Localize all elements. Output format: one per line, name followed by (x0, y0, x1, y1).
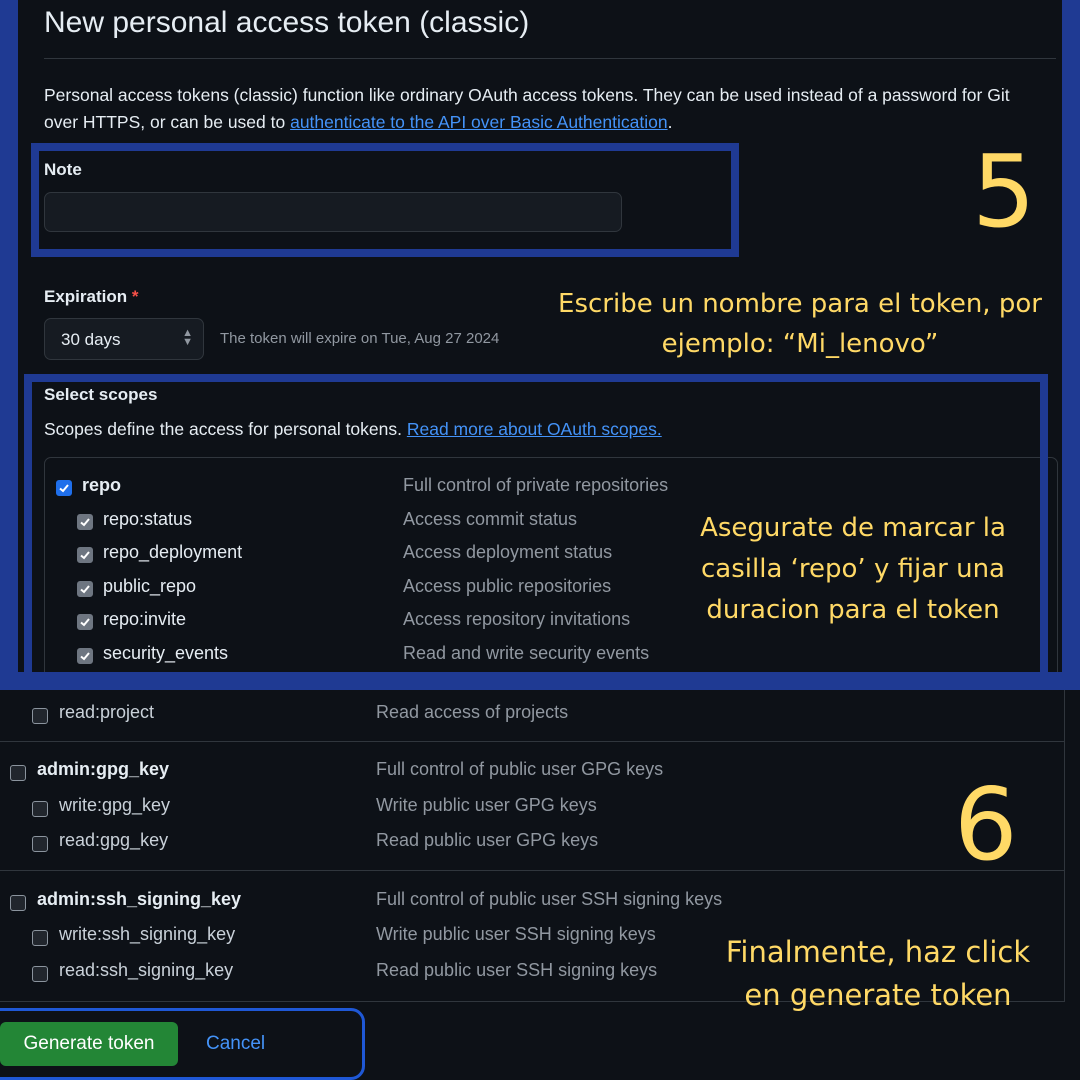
step-number-6: 6 (954, 766, 1018, 883)
select-arrows-icon: ▲ ▼ (182, 327, 193, 348)
expiration-label: Expiration * (44, 287, 138, 307)
scope-desc: Full control of public user GPG keys (376, 759, 664, 779)
group-divider (0, 741, 1065, 742)
required-mark: * (131, 287, 139, 306)
checkbox-read-ssh-signing-key[interactable] (32, 966, 48, 982)
note-annotation: Escribe un nombre para el token, por eje… (530, 284, 1062, 364)
scopes-annotation: Asegurate de marcar la casilla ‘repo’ y … (658, 508, 1048, 631)
step-number-5: 5 (972, 133, 1036, 250)
scope-desc: Read public user SSH signing keys (376, 960, 658, 980)
scope-desc: Read access of projects (376, 702, 569, 722)
expiration-label-text: Expiration (44, 287, 128, 306)
checkbox-write-gpg-key[interactable] (32, 801, 48, 817)
scope-row-write-gpg-key: write:gpg_key Write public user GPG keys (0, 793, 1060, 823)
checkbox-admin-ssh-signing-key[interactable] (10, 895, 26, 911)
scope-name: write:ssh_signing_key (59, 924, 236, 944)
scope-row-read-gpg-key: read:gpg_key Read public user GPG keys (0, 828, 1060, 858)
scope-desc: Write public user SSH signing keys (376, 924, 656, 944)
token-form-bottom-panel: read:project Read access of projects adm… (0, 690, 1080, 1080)
scopes-annotation-line2: casilla ‘repo’ y fijar una (701, 554, 1005, 584)
basic-auth-link[interactable]: authenticate to the API over Basic Authe… (290, 112, 667, 132)
note-annotation-line1: Escribe un nombre para el token, por (558, 289, 1042, 319)
checkbox-write-ssh-signing-key[interactable] (32, 930, 48, 946)
note-highlight-box (31, 143, 739, 257)
expiration-select[interactable]: 30 days ▲ ▼ (44, 318, 204, 360)
scopes-annotation-line1: Asegurate de marcar la (700, 513, 1006, 543)
table-right-border (1064, 690, 1065, 1002)
final-annotation: Finalmente, haz click en generate token (708, 931, 1048, 1017)
scope-name: write:gpg_key (59, 795, 171, 815)
scope-row-admin-ssh-signing-key: admin:ssh_signing_key Full control of pu… (0, 887, 1060, 917)
intro-paragraph: Personal access tokens (classic) functio… (44, 82, 1044, 136)
title-divider (44, 58, 1056, 59)
checkbox-admin-gpg-key[interactable] (10, 765, 26, 781)
scope-name: read:project (59, 702, 155, 722)
expiration-select-value: 30 days (61, 330, 121, 349)
scope-name: admin:ssh_signing_key (37, 889, 242, 909)
scope-desc: Write public user GPG keys (376, 795, 597, 815)
scope-row-admin-gpg-key: admin:gpg_key Full control of public use… (0, 757, 1060, 787)
scope-name: admin:gpg_key (37, 759, 170, 779)
group-divider (0, 870, 1065, 871)
scope-desc: Full control of public user SSH signing … (376, 889, 723, 909)
token-form-panel: New personal access token (classic) Pers… (18, 0, 1062, 672)
note-annotation-line2: ejemplo: “Mi_lenovo” (661, 329, 939, 359)
final-annotation-line2: en generate token (744, 978, 1012, 1012)
page-title: New personal access token (classic) (44, 6, 530, 39)
checkbox-read-gpg-key[interactable] (32, 836, 48, 852)
final-annotation-line1: Finalmente, haz click (725, 935, 1031, 969)
scopes-annotation-line3: duracion para el token (706, 595, 1000, 625)
button-highlight-outline (0, 1008, 365, 1080)
scope-row-read-project: read:project Read access of projects (0, 700, 1060, 730)
expiration-helper-text: The token will expire on Tue, Aug 27 202… (220, 330, 500, 347)
intro-end: . (667, 112, 673, 132)
scope-desc: Read public user GPG keys (376, 830, 599, 850)
scope-name: read:gpg_key (59, 830, 169, 850)
checkbox-read-project[interactable] (32, 708, 48, 724)
scope-name: read:ssh_signing_key (59, 960, 234, 980)
